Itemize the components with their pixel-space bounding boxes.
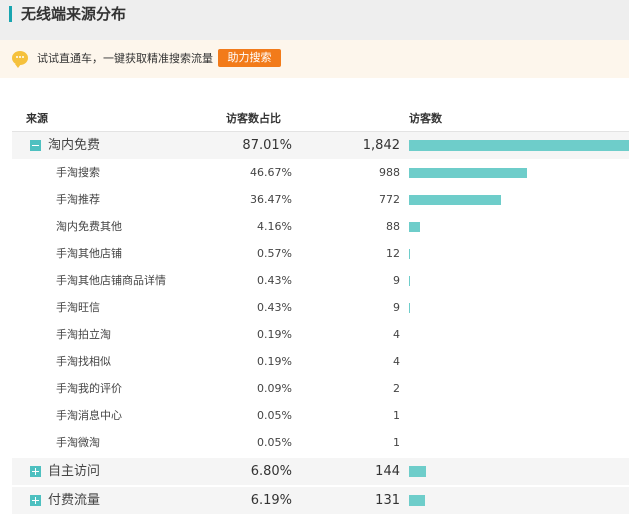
visitor-share: 0.43% xyxy=(257,301,292,314)
table-row: 手淘我的评价 0.09% 2 xyxy=(12,375,629,402)
column-header-visitors[interactable]: 访客数 xyxy=(409,110,442,126)
table-row: 手淘找相似 0.19% 4 xyxy=(12,348,629,375)
table-row: 手淘拍立淘 0.19% 4 xyxy=(12,321,629,348)
column-header-visitor-share[interactable]: 访客数占比 xyxy=(226,110,281,126)
visitor-bar xyxy=(409,195,501,205)
visitor-share: 36.47% xyxy=(250,193,292,206)
source-name: 手淘我的评价 xyxy=(56,382,122,395)
table-header: 来源 访客数占比 访客数 xyxy=(12,100,629,132)
visitor-bar xyxy=(409,495,425,506)
table-row: 手淘推荐 36.47% 772 xyxy=(12,186,629,213)
source-name: 自主访问 xyxy=(48,464,101,479)
source-name: 淘内免费 xyxy=(48,138,101,153)
source-name: 手淘旺信 xyxy=(56,301,100,314)
table-row: 手淘旺信 0.43% 9 xyxy=(12,294,629,321)
source-name: 手淘拍立淘 xyxy=(56,328,111,341)
source-name: 手淘其他店铺 xyxy=(56,247,122,260)
source-name: 付费流量 xyxy=(48,493,101,508)
visitor-count: 88 xyxy=(386,220,400,233)
visitor-count: 4 xyxy=(393,328,400,341)
title-accent-bar xyxy=(9,6,12,22)
table-row: 手淘其他店铺 0.57% 12 xyxy=(12,240,629,267)
source-distribution-table: 来源 访客数占比 访客数 淘内免费 87.01% 1,842 手淘搜索 46.67% 98… xyxy=(12,100,629,514)
promo-banner: 试试直通车，一键获取精准搜索流量 助力搜索 xyxy=(0,40,629,78)
boost-search-button[interactable]: 助力搜索 xyxy=(218,49,281,67)
visitor-count: 1 xyxy=(393,436,400,449)
visitor-count: 9 xyxy=(393,301,400,314)
table-row: 手淘其他店铺商品详情 0.43% 9 xyxy=(12,267,629,294)
source-name: 手淘推荐 xyxy=(56,193,100,206)
visitor-share: 0.57% xyxy=(257,247,292,260)
expand-icon[interactable] xyxy=(30,466,41,477)
source-name: 手淘消息中心 xyxy=(56,409,122,422)
source-name: 手淘其他店铺商品详情 xyxy=(56,274,166,287)
visitor-bar xyxy=(409,140,629,151)
section-header: 无线端来源分布 xyxy=(0,0,629,40)
visitor-share: 4.16% xyxy=(257,220,292,233)
promo-text: 试试直通车，一键获取精准搜索流量 xyxy=(37,52,213,65)
visitor-share: 46.67% xyxy=(250,166,292,179)
visitor-count: 1 xyxy=(393,409,400,422)
visitor-bar xyxy=(409,303,410,313)
visitor-bar xyxy=(409,222,420,232)
visitor-share: 0.05% xyxy=(257,409,292,422)
source-name: 手淘搜索 xyxy=(56,166,100,179)
column-header-source[interactable]: 来源 xyxy=(26,110,48,126)
source-name: 手淘微淘 xyxy=(56,436,100,449)
table-row: 淘内免费其他 4.16% 88 xyxy=(12,213,629,240)
visitor-share: 0.19% xyxy=(257,328,292,341)
visitor-share: 0.19% xyxy=(257,355,292,368)
table-row: 手淘消息中心 0.05% 1 xyxy=(12,402,629,429)
visitor-share: 0.43% xyxy=(257,274,292,287)
source-name: 手淘找相似 xyxy=(56,355,111,368)
page-title: 无线端来源分布 xyxy=(21,5,127,23)
collapse-icon[interactable] xyxy=(30,140,41,151)
table-row: 手淘搜索 46.67% 988 xyxy=(12,159,629,186)
visitor-count: 988 xyxy=(379,166,400,179)
table-row-group[interactable]: 付费流量 6.19% 131 xyxy=(12,487,629,514)
visitor-bar xyxy=(409,466,427,477)
visitor-count: 144 xyxy=(375,464,400,479)
expand-icon[interactable] xyxy=(30,495,41,506)
visitor-bar xyxy=(409,276,410,286)
visitor-share: 87.01% xyxy=(242,138,292,153)
visitor-count: 12 xyxy=(386,247,400,260)
visitor-share: 6.80% xyxy=(250,464,292,479)
visitor-count: 1,842 xyxy=(362,138,400,153)
visitor-share: 0.09% xyxy=(257,382,292,395)
visitor-count: 772 xyxy=(379,193,400,206)
visitor-count: 9 xyxy=(393,274,400,287)
table-body: 淘内免费 87.01% 1,842 手淘搜索 46.67% 988 手淘推荐 36.47% 77… xyxy=(12,132,629,514)
table-row: 手淘微淘 0.05% 1 xyxy=(12,429,629,456)
source-name: 淘内免费其他 xyxy=(56,220,122,233)
visitor-bar xyxy=(409,168,527,178)
visitor-count: 4 xyxy=(393,355,400,368)
visitor-count: 2 xyxy=(393,382,400,395)
visitor-count: 131 xyxy=(375,493,400,508)
chat-bubble-icon xyxy=(12,51,28,68)
table-row-group[interactable]: 淘内免费 87.01% 1,842 xyxy=(12,132,629,159)
visitor-share: 0.05% xyxy=(257,436,292,449)
visitor-share: 6.19% xyxy=(250,493,292,508)
visitor-bar xyxy=(409,249,410,259)
table-row-group[interactable]: 自主访问 6.80% 144 xyxy=(12,458,629,485)
